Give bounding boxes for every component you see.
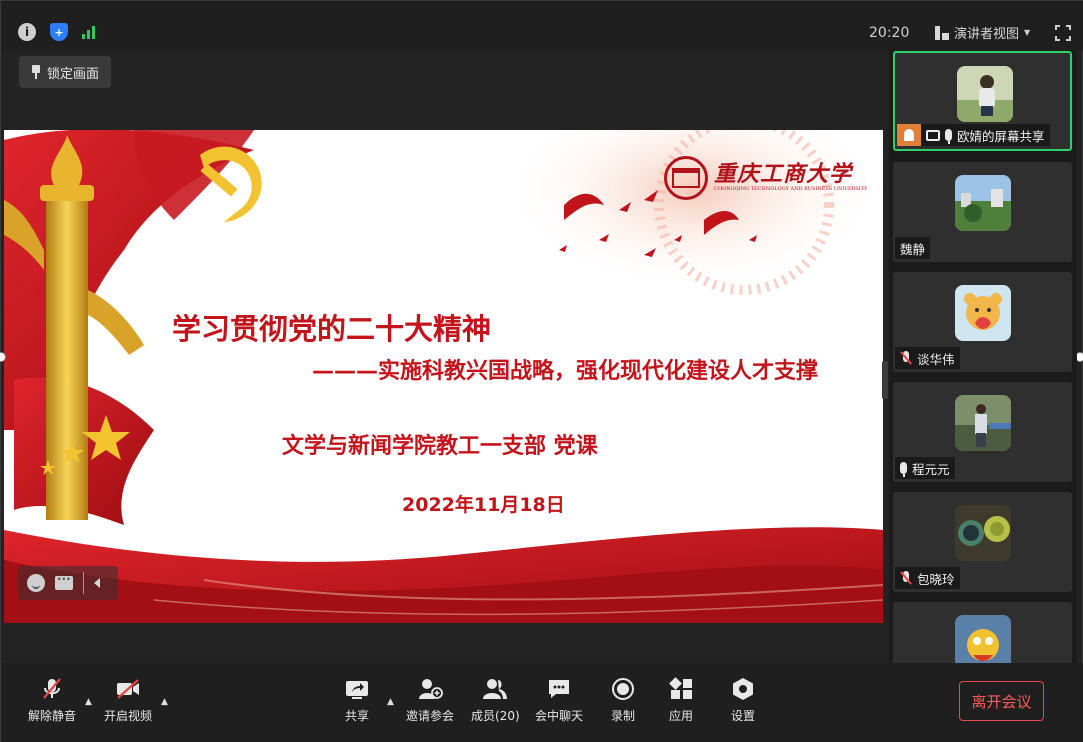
add-user-icon — [419, 679, 443, 699]
participant-name: 包晓玲 — [917, 571, 955, 587]
participant-gallery[interactable]: 欧婧的屏幕共享 魏静 谈华伟 程元元 包晓玲 — [889, 51, 1077, 663]
participant-tile[interactable]: 魏静 — [893, 162, 1072, 262]
avatar — [955, 505, 1011, 561]
university-seal-icon — [664, 156, 708, 200]
start-video-label: 开启视频 — [104, 709, 153, 723]
leave-meeting-button[interactable]: 离开会议 — [959, 681, 1044, 721]
signal-icon[interactable] — [82, 23, 98, 39]
slide-subtitle: ———实施科教兴国战略，强化现代化建设人才支撑 — [312, 359, 819, 384]
pin-icon — [31, 65, 41, 79]
invite-button[interactable]: 邀请参会 — [406, 677, 454, 727]
shared-screen-slide: 重庆工商大学 CHONGQING TECHNOLOGY AND BUSINESS… — [4, 130, 883, 623]
mic-muted-icon — [900, 351, 912, 365]
chat-bubble-icon[interactable] — [55, 572, 73, 590]
share-screen-icon — [346, 681, 368, 699]
panel-splitter[interactable] — [882, 361, 888, 399]
video-off-icon — [117, 679, 139, 699]
user-icon — [897, 124, 921, 146]
unmute-button[interactable]: 解除静音 — [28, 677, 76, 727]
unmute-label: 解除静音 — [28, 709, 77, 723]
mic-icon — [900, 462, 907, 477]
shield-icon[interactable]: + — [50, 23, 68, 41]
avatar — [955, 395, 1011, 451]
layout-icon — [935, 25, 949, 40]
members-button[interactable]: 成员(20) — [471, 677, 520, 727]
chevron-up-icon[interactable]: ▲ — [85, 697, 92, 707]
reaction-bar — [18, 566, 118, 600]
share-button[interactable]: 共享 — [344, 677, 370, 727]
apps-button[interactable]: 应用 — [668, 677, 694, 727]
chevron-up-icon[interactable]: ▲ — [161, 697, 168, 707]
meeting-window: i + 20:20 演讲者视图 ▼ 锁定画面 重庆工商大学 CHONGQING … — [0, 0, 1083, 742]
screen-share-icon — [926, 129, 940, 141]
avatar — [955, 615, 1011, 663]
participant-tile[interactable]: 程元元 — [893, 382, 1072, 482]
participant-name: 魏静 — [900, 241, 926, 257]
apps-icon — [669, 677, 692, 699]
participant-name: 谈华伟 — [917, 351, 955, 367]
mic-icon — [945, 129, 952, 144]
mic-muted-icon — [900, 571, 912, 585]
divider — [83, 572, 84, 594]
settings-button[interactable]: 设置 — [730, 677, 756, 727]
chat-button[interactable]: 会中聊天 — [535, 677, 583, 727]
settings-label: 设置 — [730, 709, 755, 723]
participant-name: 程元元 — [912, 461, 950, 477]
apps-label: 应用 — [668, 709, 693, 723]
share-label: 共享 — [344, 709, 369, 723]
avatar — [955, 175, 1011, 231]
participant-tile[interactable]: 包晓玲 — [893, 492, 1072, 592]
members-icon — [483, 679, 508, 699]
emoji-icon[interactable] — [27, 574, 45, 592]
chat-icon — [549, 680, 569, 698]
university-logo: 重庆工商大学 CHONGQING TECHNOLOGY AND BUSINESS… — [664, 156, 867, 200]
members-label: 成员(20) — [471, 709, 520, 723]
lock-screen-button[interactable]: 锁定画面 — [19, 56, 112, 88]
chevron-down-icon: ▼ — [1024, 28, 1031, 37]
invite-label: 邀请参会 — [406, 709, 455, 723]
lock-screen-label: 锁定画面 — [47, 66, 100, 82]
gear-icon — [733, 678, 753, 700]
meeting-toolbar: 解除静音 ▲ 开启视频 ▲ 共享 ▲ 邀请参会 成员(20) 会中聊天 录制 应… — [1, 663, 1083, 742]
view-mode-label: 演讲者视图 — [954, 27, 1020, 42]
meeting-clock: 20:20 — [869, 25, 910, 41]
chevron-up-icon[interactable]: ▲ — [387, 697, 394, 707]
mic-muted-icon — [43, 678, 61, 699]
record-label: 录制 — [610, 709, 635, 723]
avatar — [957, 66, 1013, 122]
slide-branch-text: 文学与新闻学院教工一支部 党课 — [282, 434, 598, 459]
participant-tile[interactable]: 谈华伟 — [893, 272, 1072, 372]
slide-title: 学习贯彻党的二十大精神 — [172, 312, 492, 346]
record-button[interactable]: 录制 — [610, 677, 636, 727]
avatar — [955, 285, 1011, 341]
collapse-icon[interactable] — [94, 578, 100, 588]
university-name-en: CHONGQING TECHNOLOGY AND BUSINESS UNIVER… — [714, 186, 868, 192]
info-icon[interactable]: i — [18, 23, 36, 41]
participant-tile[interactable] — [893, 602, 1072, 663]
view-mode-switch[interactable]: 演讲者视图 ▼ — [935, 23, 1030, 42]
participant-tile[interactable]: 欧婧的屏幕共享 — [893, 51, 1072, 151]
participant-name: 欧婧的屏幕共享 — [957, 128, 1045, 144]
record-icon — [612, 678, 634, 700]
fullscreen-icon[interactable] — [1055, 25, 1071, 41]
chat-label: 会中聊天 — [535, 709, 584, 723]
slide-date: 2022年11月18日 — [402, 494, 565, 516]
university-name: 重庆工商大学 — [714, 161, 853, 187]
start-video-button[interactable]: 开启视频 — [104, 677, 152, 727]
top-bar: i + 20:20 演讲者视图 ▼ — [1, 1, 1083, 51]
